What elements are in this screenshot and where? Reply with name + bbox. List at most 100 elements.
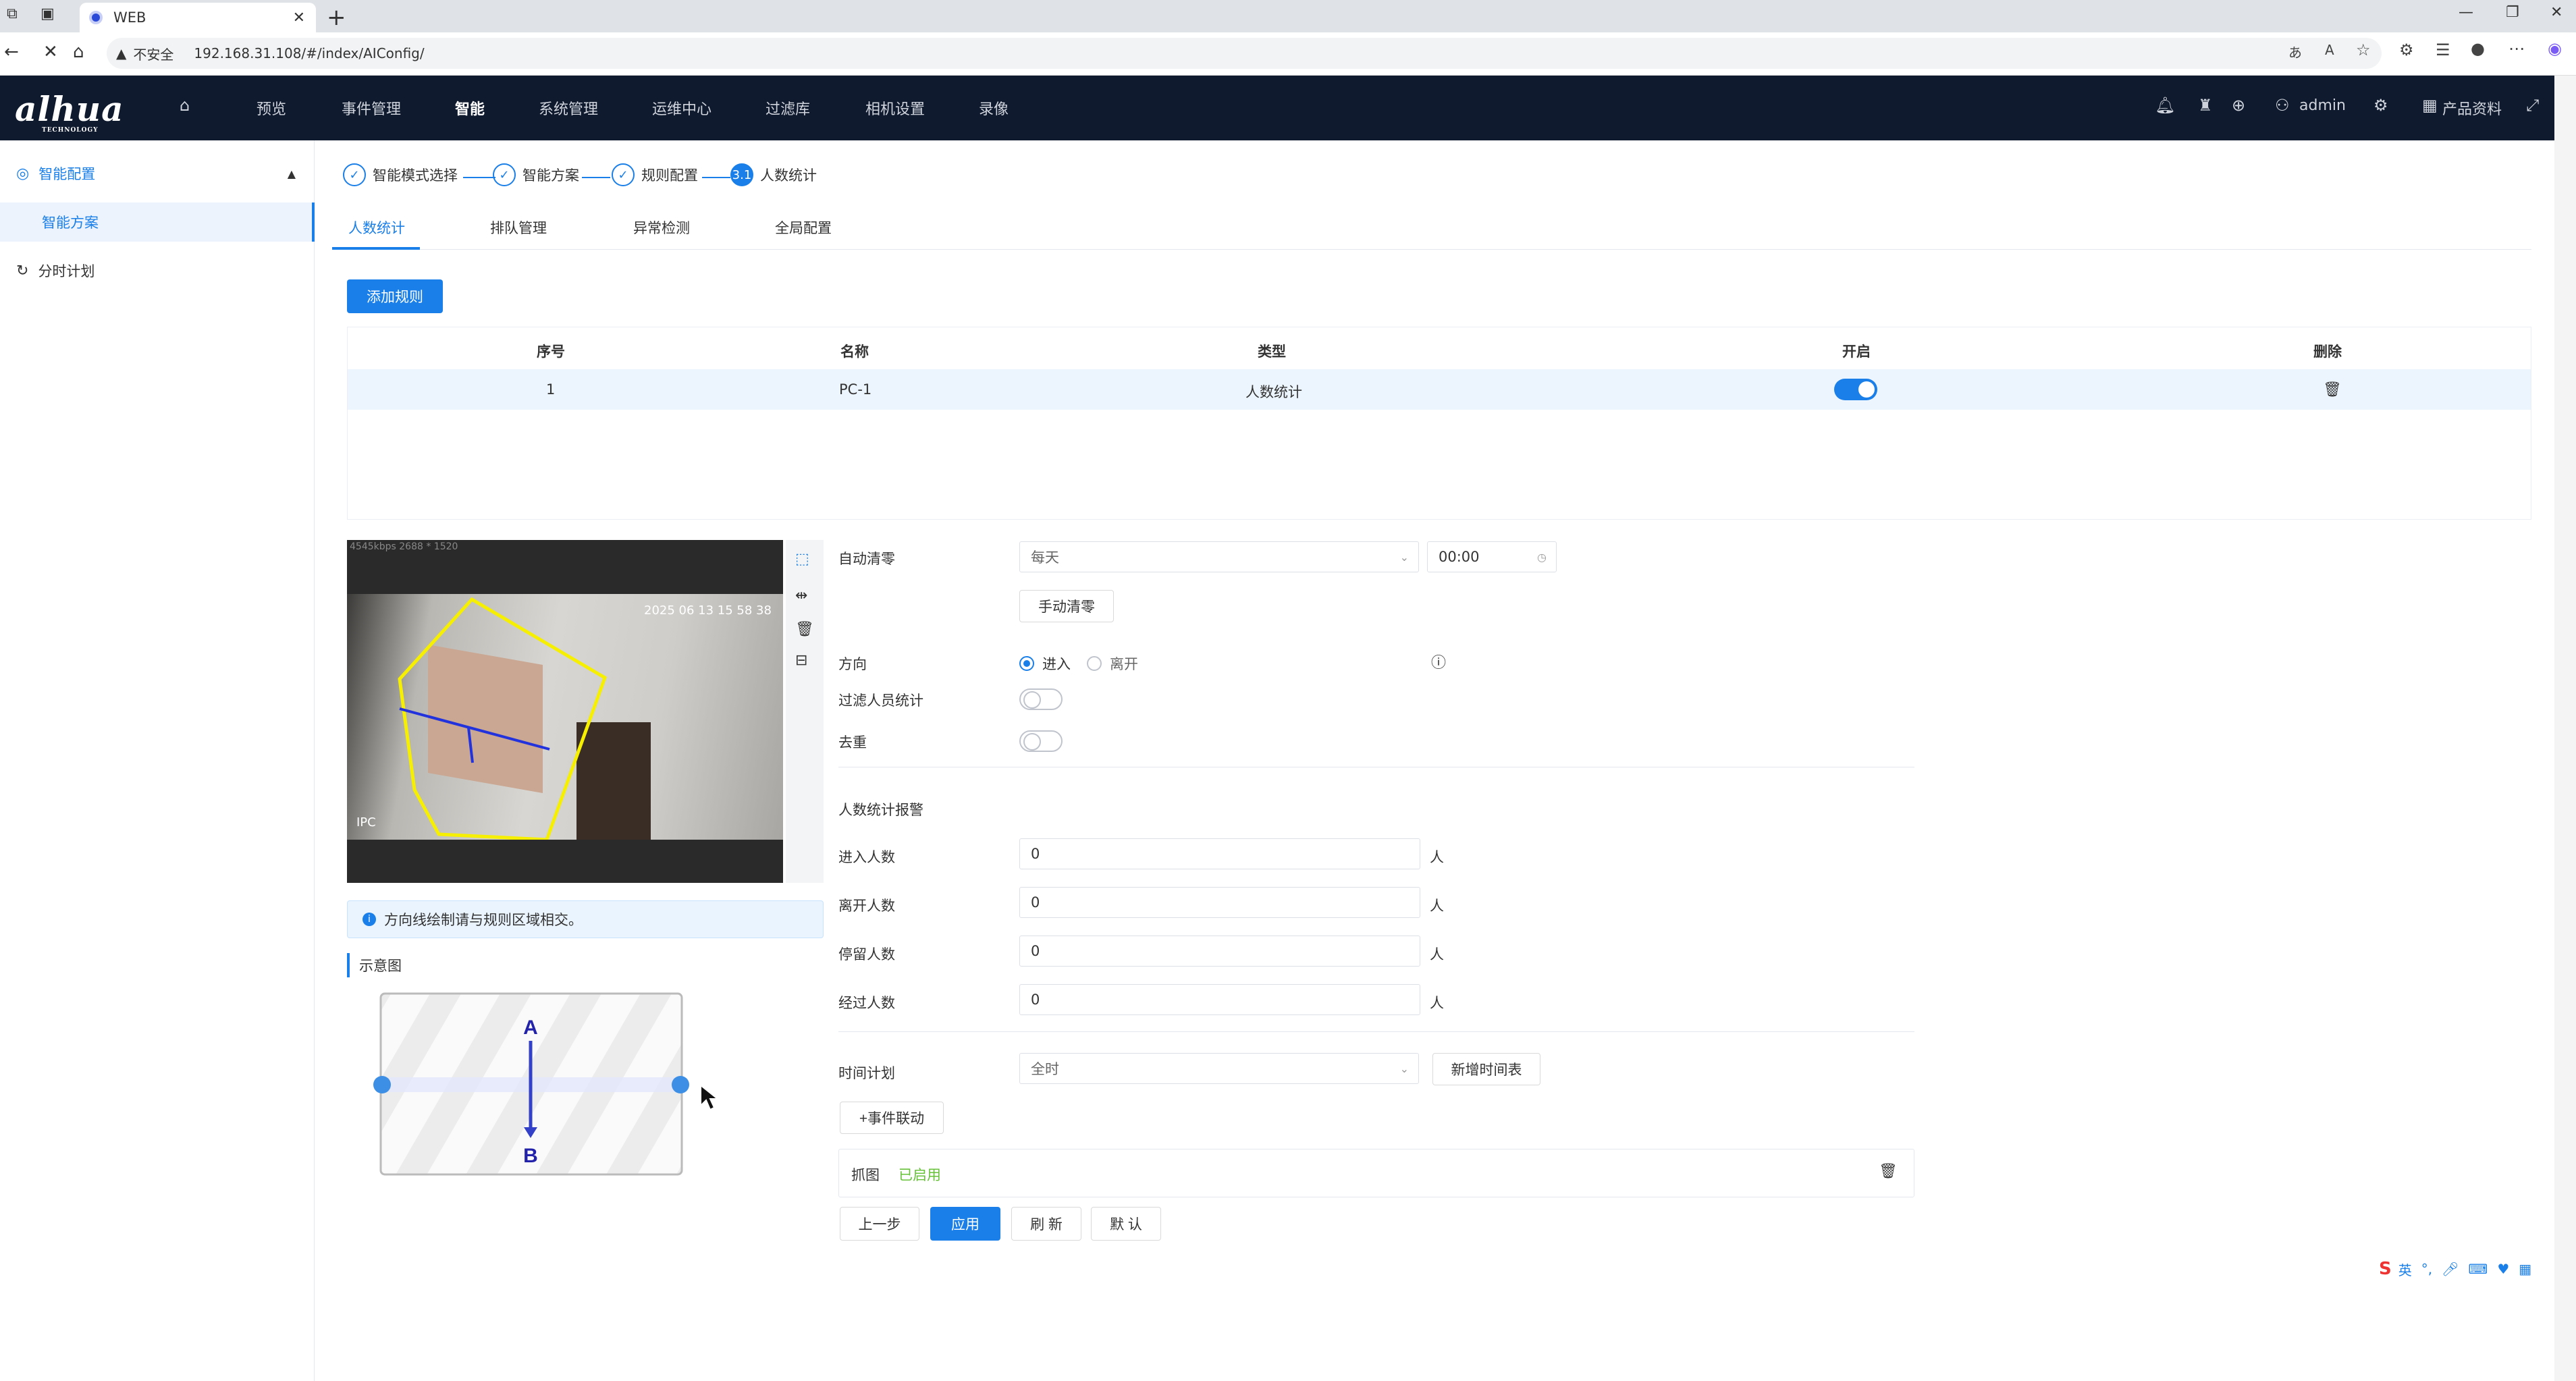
fit-icon[interactable]: ⊟ [795,652,807,669]
add-schedule-button[interactable]: 新增时间表 [1432,1053,1540,1085]
draw-region-icon[interactable]: ⬚ [795,551,809,568]
nav-camera-settings[interactable]: 相机设置 [865,97,925,119]
more-icon[interactable]: ⋯ [2508,39,2525,58]
chevron-up-icon: ▲ [287,167,296,180]
mic-icon[interactable]: 🎤︎ [2442,1261,2459,1277]
draw-line-icon[interactable]: ⇹ [795,587,807,604]
nav-preview[interactable]: 预览 [257,97,286,119]
settings-icon[interactable]: ⚙ [2373,96,2388,115]
sidebar-item-intelligent-scheme[interactable]: 智能方案 [0,202,315,242]
tab-queue-management[interactable]: 排队管理 [490,217,547,238]
skin-icon[interactable]: ♥ [2497,1261,2509,1277]
help-icon[interactable]: ⓘ [1431,651,1446,672]
delete-icon[interactable]: 🗑︎ [1879,1163,1898,1180]
auto-clear-select[interactable]: 每天 ⌄ [1019,541,1419,572]
diagram-handle-right [672,1076,689,1093]
keyboard-icon[interactable]: ⌨ [2468,1261,2488,1277]
rule-enable-switch[interactable] [1834,379,1877,400]
sidebar-group-label: 智能配置 [38,166,96,182]
nav-filter-library[interactable]: 过滤库 [766,97,810,119]
url-text[interactable]: 192.168.31.108/#/index/AIConfig/ [194,45,424,61]
out-count-input[interactable]: 0 [1019,887,1420,918]
tab-global-config[interactable]: 全局配置 [775,217,832,238]
minimize-icon[interactable]: — [2459,4,2473,21]
punct-icon[interactable]: °, [2421,1261,2432,1277]
nav-ops-center[interactable]: 运维中心 [652,97,712,119]
refresh-button[interactable]: 刷 新 [1011,1207,1081,1241]
nav-event-management[interactable]: 事件管理 [342,97,401,119]
delete-icon[interactable]: 🗑︎ [2323,381,2342,398]
in-count-input[interactable]: 0 [1019,838,1420,869]
url-box[interactable]: ▲ 不安全 192.168.31.108/#/index/AIConfig/ [107,38,2382,69]
home-icon[interactable]: ⌂ [73,42,84,62]
stop-load-icon[interactable]: ✕ [43,42,58,62]
tab-list-icon[interactable]: ▣ [41,5,55,22]
extensions-icon[interactable]: ⚙ [2399,40,2414,59]
auto-clear-time[interactable]: 00:00 ◷ [1427,541,1557,572]
tab-title: WEB [113,9,146,26]
schedule-select[interactable]: 全时 ⌄ [1019,1053,1419,1084]
sogou-icon[interactable]: S [2379,1259,2392,1279]
grid-icon[interactable]: ▦ [2519,1261,2531,1277]
table-row[interactable]: 1 PC-1 人数统计 🗑︎ [348,369,2531,410]
window-close-icon[interactable]: ✕ [2550,4,2562,21]
globe-icon[interactable]: ⊕ [2232,96,2245,115]
collections-icon[interactable]: ☰ [2436,40,2450,59]
translate-icon[interactable]: あ [2288,42,2302,61]
user-icon[interactable]: ⚇ [2275,96,2290,115]
product-docs-link[interactable]: 产品资料 [2442,97,2502,119]
nav-recording[interactable]: 录像 [979,97,1009,119]
default-button[interactable]: 默 认 [1091,1207,1161,1241]
direction-diagram: A B [373,992,716,1176]
browser-tab[interactable]: WEB ✕ [80,3,316,32]
step-mode-select: ✓ 智能模式选择 [343,163,458,186]
profile-icon[interactable]: ● [2471,39,2485,58]
diagram-title: 示意图 [347,953,402,977]
direction-out-radio[interactable]: 离开 [1087,653,1138,674]
copilot-icon[interactable]: ◉ [2548,39,2562,58]
read-aloud-icon[interactable]: A [2325,42,2334,58]
manual-clear-button[interactable]: 手动清零 [1019,590,1114,622]
sync-icon: ↻ [16,262,29,279]
new-tab-button[interactable]: + [327,4,346,31]
favorite-icon[interactable]: ☆ [2356,40,2371,59]
delete-shape-icon[interactable]: 🗑︎ [795,621,814,638]
fullscreen-icon[interactable]: ⤢ [2526,96,2539,115]
event-link-button[interactable]: +事件联动 [840,1102,944,1134]
video-channel: IPC [356,815,376,830]
ime-lang[interactable]: 英 [2398,1260,2412,1279]
page-scrollbar[interactable] [2554,76,2576,1381]
nav-system-management[interactable]: 系统管理 [539,97,598,119]
schedule-label: 时间计划 [838,1065,895,1081]
nav-intelligent[interactable]: 智能 [455,97,485,119]
close-tab-icon[interactable]: ✕ [293,9,305,26]
sidebar-group-intelligent-config[interactable]: ◎ 智能配置 ▲ [0,154,315,193]
home-nav-icon[interactable]: ⌂ [180,96,190,115]
config-icon: ◎ [16,165,30,182]
username[interactable]: admin [2299,97,2346,114]
restore-icon[interactable]: ❐ [2506,4,2519,21]
pass-count-input[interactable]: 0 [1019,984,1420,1015]
sidebar-item-time-plan[interactable]: ↻ 分时计划 [0,251,315,290]
unit-label: 人 [1430,946,1444,963]
apply-button[interactable]: 应用 [930,1207,1000,1241]
unit-label: 人 [1430,898,1444,914]
add-rule-button[interactable]: 添加规则 [347,279,443,313]
prev-step-button[interactable]: 上一步 [840,1207,919,1241]
col-delete: 删除 [2313,344,2342,360]
tab-people-count[interactable]: 人数统计 [348,217,405,238]
shirt-icon[interactable]: ♜ [2198,96,2213,115]
tab-anomaly-detection[interactable]: 异常检测 [633,217,690,238]
tab-actions-icon[interactable]: ⧉ [7,5,18,22]
video-preview[interactable]: 4545kbps 2688 * 1520 2025 06 13 15 58 38… [347,540,783,883]
rules-table: 序号 名称 类型 开启 删除 1 PC-1 人数统计 🗑︎ [347,327,2531,520]
bell-icon[interactable]: 🔔︎ [2155,96,2175,115]
filter-switch[interactable] [1019,688,1063,710]
stay-count-input[interactable]: 0 [1019,936,1420,967]
direction-label: 方向 [838,656,867,672]
grid-icon[interactable]: ▦ [2422,96,2438,115]
dedup-switch[interactable] [1019,730,1063,752]
back-icon[interactable]: ← [4,42,19,62]
sidebar-item-label: 分时计划 [38,263,95,279]
direction-in-radio[interactable]: 进入 [1019,653,1071,674]
